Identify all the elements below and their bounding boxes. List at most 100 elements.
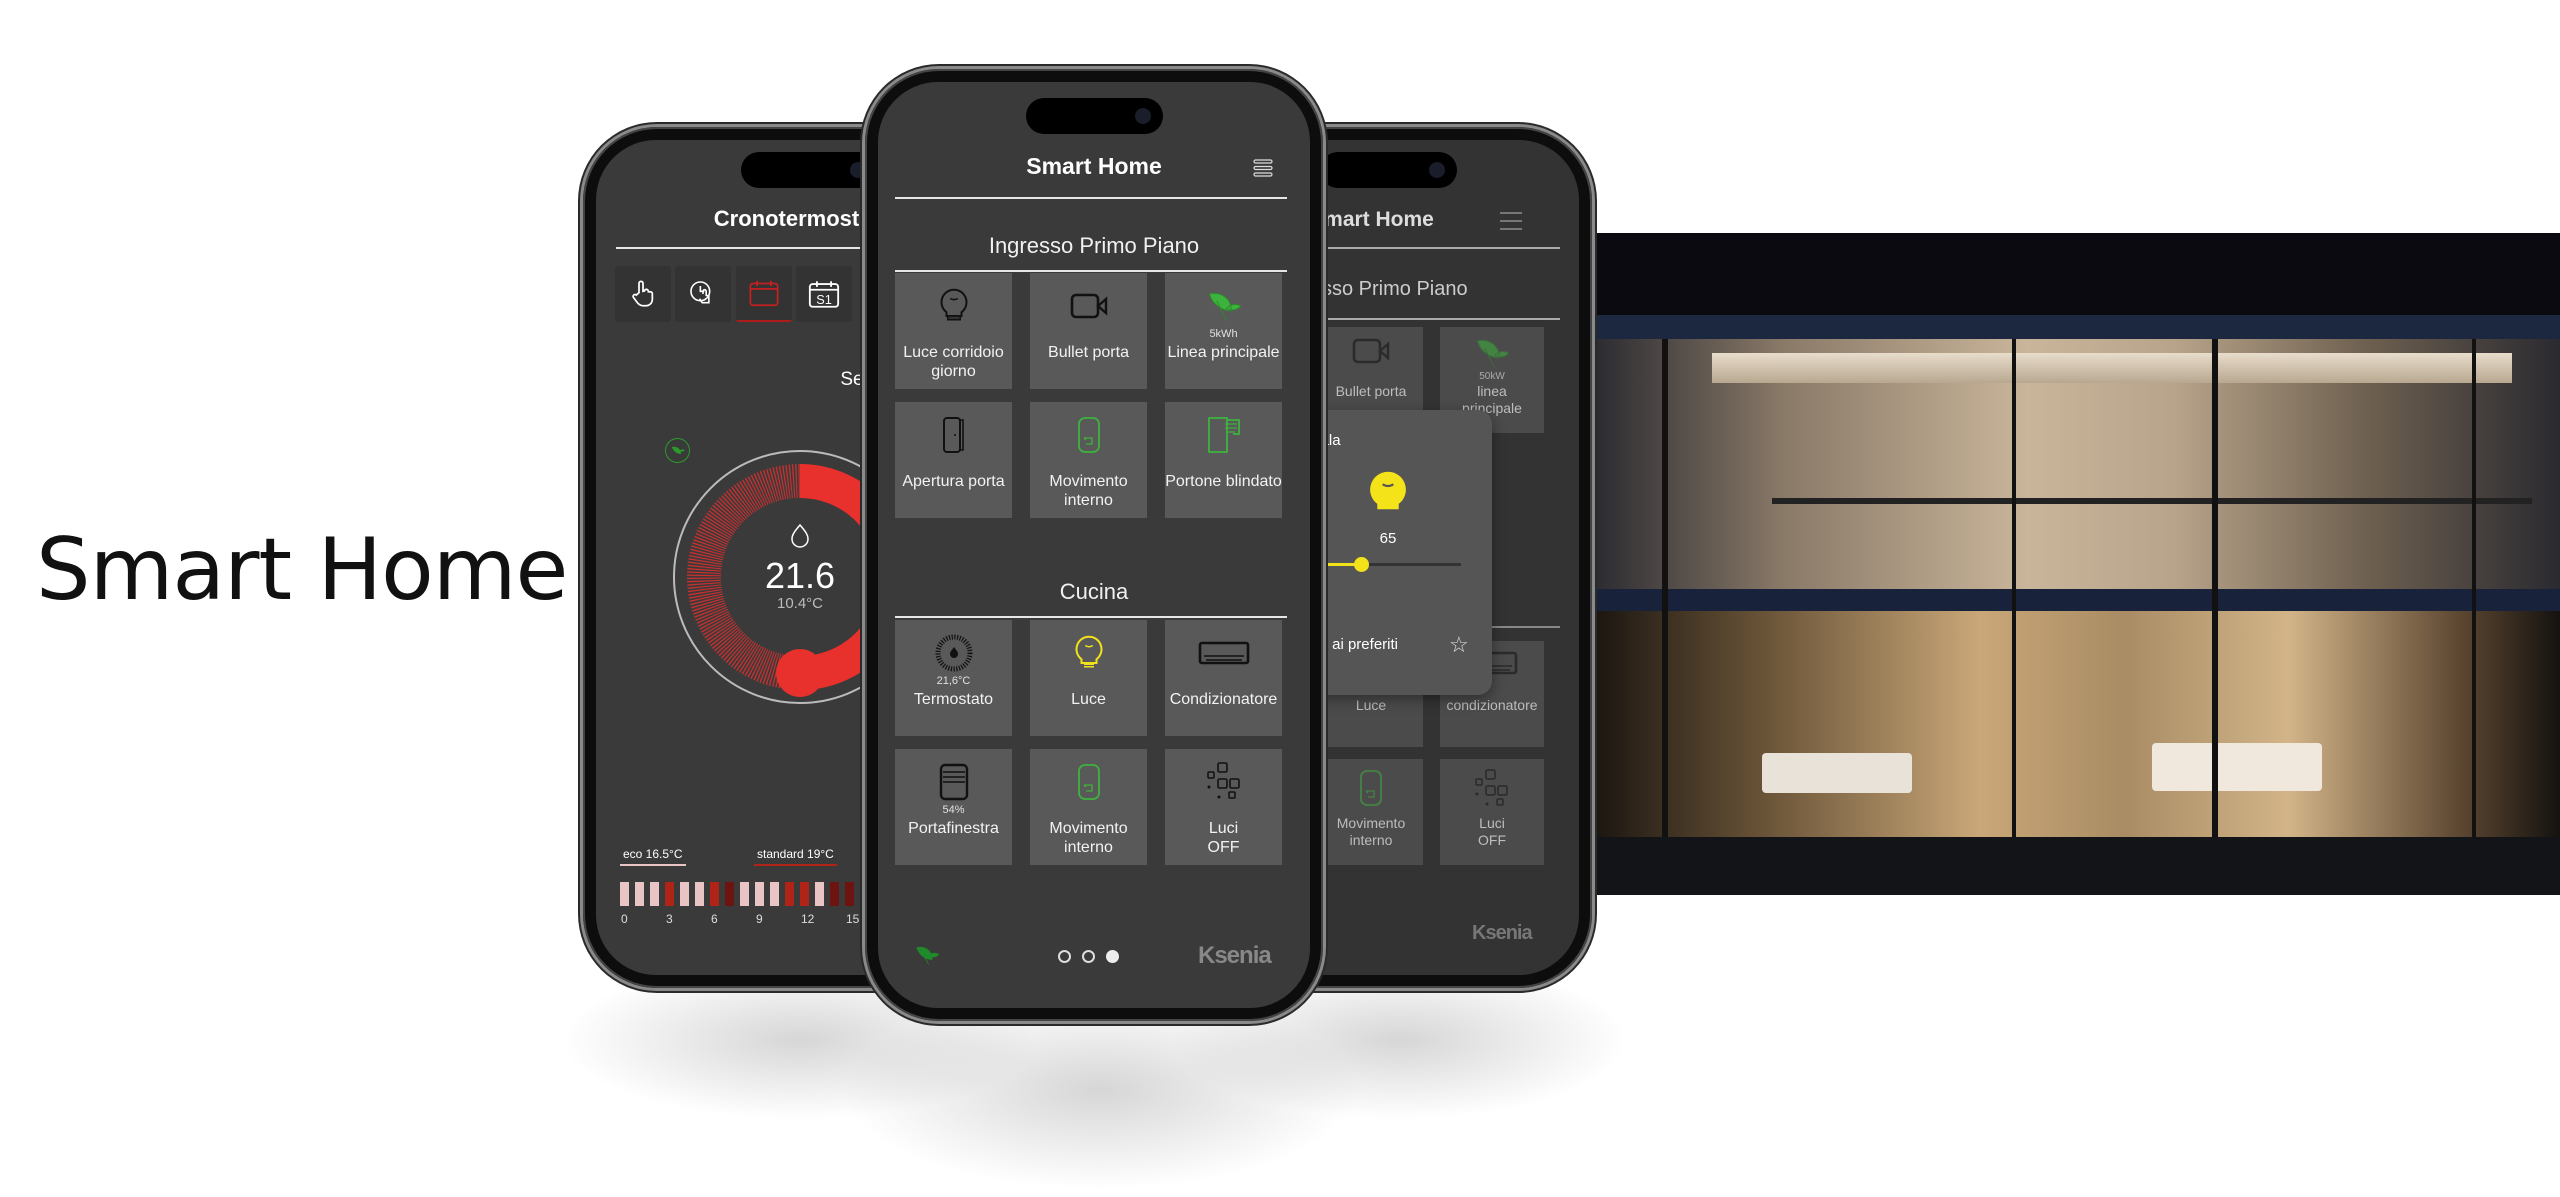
page-title: Smart Home	[1026, 153, 1162, 179]
device-label: Portone blindato	[1165, 473, 1282, 490]
hour-tick-label: 12	[801, 912, 815, 926]
device-label: Portafinestra	[908, 820, 999, 837]
dynamic-island	[1320, 152, 1457, 188]
dynamic-island	[1026, 98, 1163, 134]
page-dot[interactable]	[1058, 950, 1071, 963]
hour-bar[interactable]	[830, 882, 839, 906]
hour-tick-label: 15	[846, 912, 860, 926]
ksenia-logo: Ksenia	[1198, 942, 1272, 969]
mode-manual-button[interactable]	[615, 266, 671, 322]
device-label: Apertura porta	[902, 473, 1005, 490]
current-temperature: 21.6	[764, 555, 836, 596]
device-tile[interactable]: Apertura porta	[895, 402, 1012, 518]
legend-standard: standard 19°C	[754, 847, 837, 866]
hour-tick-label: 0	[621, 912, 628, 926]
hour-bar[interactable]	[845, 882, 854, 906]
dynamic-island	[741, 152, 878, 188]
hamburger-icon	[1500, 220, 1522, 222]
hour-bar[interactable]	[755, 882, 764, 906]
device-label: Movimento interno	[1336, 815, 1406, 848]
page-dot-active[interactable]	[1106, 950, 1119, 963]
scenario-icon	[1204, 761, 1244, 803]
motion-icon	[1077, 761, 1101, 803]
device-tile[interactable]: Luci OFF	[1165, 749, 1282, 865]
ksenia-logo: Ksenia	[1472, 922, 1533, 944]
device-tile[interactable]: Movimento interno	[1319, 759, 1423, 865]
device-value: 50kW	[1479, 371, 1505, 382]
hour-bar[interactable]	[620, 882, 629, 906]
device-tile[interactable]: Luci OFF	[1440, 759, 1544, 865]
leaf-icon[interactable]	[915, 946, 939, 966]
mode-timer-button[interactable]	[675, 266, 731, 322]
device-label: Movimento interno	[1049, 473, 1128, 510]
device-label: Movimento interno	[1049, 820, 1128, 857]
bulb-on-icon	[1074, 632, 1104, 674]
device-label: Bullet porta	[1048, 344, 1129, 361]
slider-knob[interactable]	[1353, 557, 1369, 572]
section-title: Ingresso Primo Piano	[988, 233, 1200, 258]
device-label: Luci OFF	[1207, 820, 1240, 857]
mode-weekly-button[interactable]	[736, 266, 792, 322]
device-label: condizionatore	[1446, 697, 1538, 713]
device-tile[interactable]: 5kWh Linea principale	[1165, 273, 1282, 389]
divider	[895, 197, 1287, 199]
camera-icon	[1070, 285, 1108, 327]
s1-label: S1	[816, 292, 832, 307]
page-dot[interactable]	[1082, 950, 1095, 963]
hour-bar[interactable]	[650, 882, 659, 906]
hero-title: Smart Home	[36, 520, 568, 620]
device-value: 54%	[942, 804, 965, 816]
bulb-off-icon	[939, 285, 969, 327]
device-tile[interactable]: Bullet porta	[1030, 273, 1147, 389]
device-value: 21,6°C	[936, 675, 971, 687]
star-icon[interactable]: ☆	[1449, 632, 1469, 658]
device-tile[interactable]: Portone blindato	[1165, 402, 1282, 518]
device-tile[interactable]: Luce	[1030, 620, 1147, 736]
clock-hand-icon	[690, 281, 711, 304]
hour-bar[interactable]	[710, 882, 719, 906]
device-tile[interactable]: Luce corridoio giorno	[895, 273, 1012, 389]
device-label: Condizionatore	[1169, 691, 1278, 708]
device-tile[interactable]: Movimento interno	[1030, 749, 1147, 865]
hamburger-icon	[1253, 159, 1273, 177]
hour-bar[interactable]	[815, 882, 824, 906]
calendar-icon	[749, 280, 779, 307]
hour-bar[interactable]	[740, 882, 749, 906]
device-tile[interactable]: 21,6°C Termostato	[895, 620, 1012, 736]
leaf-icon	[1207, 285, 1241, 327]
hour-bar[interactable]	[800, 882, 809, 906]
ac-icon	[1198, 632, 1250, 674]
gate-icon	[1207, 414, 1241, 456]
device-tile[interactable]: 54% Portafinestra	[895, 749, 1012, 865]
device-value: 5kWh	[1209, 328, 1238, 340]
dial-knob[interactable]	[776, 649, 824, 697]
divider	[895, 616, 1287, 618]
device-label: Luce	[1355, 697, 1387, 713]
hour-bar[interactable]	[695, 882, 704, 906]
hamburger-menu-button[interactable]	[1500, 212, 1522, 230]
hour-bar[interactable]	[770, 882, 779, 906]
hour-bar[interactable]	[725, 882, 734, 906]
device-tile[interactable]: Condizionatore	[1165, 620, 1282, 736]
house-night-photo	[1592, 233, 2560, 895]
hamburger-menu-button[interactable]	[1253, 158, 1273, 178]
mode-s1-button[interactable]: S1	[796, 266, 852, 322]
scenario-icon	[1472, 769, 1512, 806]
bulb-on-icon	[1370, 471, 1406, 518]
device-tile[interactable]: Movimento interno	[1030, 402, 1147, 518]
calendar-s1-icon: S1	[808, 281, 840, 308]
device-label: Termostato	[913, 691, 994, 708]
thermostat-icon	[934, 632, 974, 674]
leaf-icon	[1475, 337, 1510, 371]
hour-tick-label: 3	[666, 912, 673, 926]
hour-bar[interactable]	[665, 882, 674, 906]
legend-eco: eco 16.5°C	[620, 847, 686, 866]
device-label: Luce corridoio giorno	[903, 344, 1004, 381]
door-icon	[942, 414, 966, 456]
phone-smart-home: Smart Home Ingresso Primo Piano Cucina L…	[865, 69, 1323, 1021]
hour-bar[interactable]	[635, 882, 644, 906]
hour-bar[interactable]	[680, 882, 689, 906]
device-label: Luce	[1071, 691, 1106, 708]
hour-bar[interactable]	[785, 882, 794, 906]
camera-icon	[1352, 337, 1390, 371]
